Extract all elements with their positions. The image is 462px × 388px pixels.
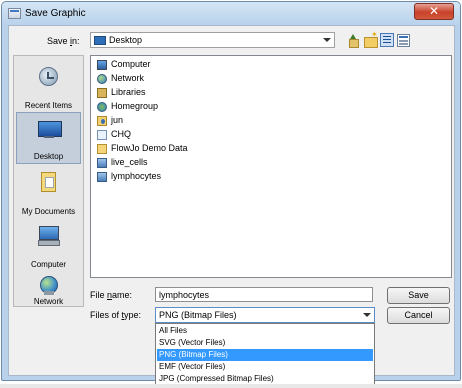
place-label: Network <box>33 297 64 306</box>
save-in-label: Save in: <box>47 36 80 46</box>
user-folder-icon <box>97 116 107 126</box>
file-name-input[interactable]: lymphocytes <box>155 287 373 302</box>
list-item-label: FlowJo Demo Data <box>111 143 188 153</box>
recent-items-icon <box>37 66 59 86</box>
title-bar[interactable]: Save Graphic ✕ <box>2 2 460 25</box>
computer-icon <box>37 225 60 246</box>
list-item-label: Libraries <box>111 87 146 97</box>
chevron-down-icon <box>323 38 331 42</box>
save-in-combo[interactable]: Desktop <box>90 32 335 48</box>
place-desktop[interactable]: Desktop <box>16 112 81 164</box>
my-documents-icon <box>37 172 59 192</box>
file-list[interactable]: Computer Network Libraries Homegroup jun… <box>90 55 452 278</box>
place-recent-items[interactable]: Recent Items <box>16 60 81 112</box>
dropdown-option-png[interactable]: PNG (Bitmap Files) <box>157 349 373 361</box>
details-view-icon[interactable] <box>397 34 410 47</box>
close-icon: ✕ <box>428 4 440 18</box>
list-item-label: Network <box>111 73 145 83</box>
save-graphic-dialog: Save Graphic ✕ Save in: Desktop Recent I… <box>1 1 461 385</box>
place-label: Recent Items <box>24 101 73 110</box>
desktop-icon <box>94 36 106 45</box>
list-item-label: lymphocytes <box>111 171 162 181</box>
file-name-label: File name: <box>90 290 133 300</box>
files-of-type-select[interactable]: PNG (Bitmap Files) <box>155 307 375 323</box>
place-network[interactable]: Network <box>16 252 81 308</box>
list-item-label: jun <box>111 115 124 125</box>
libraries-icon <box>97 88 107 98</box>
list-view-icon[interactable] <box>380 33 394 47</box>
place-label: My Documents <box>21 207 76 216</box>
file-icon <box>97 130 107 140</box>
dropdown-option-emf[interactable]: EMF (Vector Files) <box>157 361 373 373</box>
dialog-title: Save Graphic <box>25 8 86 19</box>
places-bar: Recent Items Desktop My Documents Comput… <box>13 55 84 307</box>
files-of-type-label: Files of type: <box>90 310 142 320</box>
list-item-label: Computer <box>111 59 151 69</box>
save-button[interactable]: Save <box>387 287 450 304</box>
app-window-icon <box>8 8 21 19</box>
close-button[interactable]: ✕ <box>414 3 454 20</box>
create-new-folder-icon[interactable] <box>364 30 378 48</box>
up-one-level-icon[interactable] <box>347 34 360 48</box>
dialog-body: Save in: Desktop Recent Items Desktop My… <box>8 25 455 385</box>
cancel-button[interactable]: Cancel <box>387 307 450 324</box>
list-item-label: live_cells <box>111 157 148 167</box>
dropdown-option-all-files[interactable]: All Files <box>157 325 373 337</box>
data-file-icon <box>97 172 107 182</box>
network-icon <box>97 74 107 84</box>
folder-icon <box>97 144 107 154</box>
desktop-icon <box>38 119 62 139</box>
page-bottom-strip <box>0 384 462 388</box>
network-icon <box>37 276 59 296</box>
list-item-label: CHQ <box>111 129 131 139</box>
place-label: Desktop <box>33 152 64 161</box>
computer-icon <box>97 60 107 70</box>
chevron-down-icon <box>363 313 371 317</box>
files-of-type-value: PNG (Bitmap Files) <box>159 310 237 320</box>
homegroup-icon <box>97 102 107 112</box>
list-item-label: Homegroup <box>111 101 159 111</box>
data-file-icon <box>97 158 107 168</box>
files-of-type-dropdown: All Files SVG (Vector Files) PNG (Bitmap… <box>155 323 375 385</box>
place-my-documents[interactable]: My Documents <box>16 166 81 218</box>
dropdown-option-svg[interactable]: SVG (Vector Files) <box>157 337 373 349</box>
save-in-value: Desktop <box>109 35 143 45</box>
